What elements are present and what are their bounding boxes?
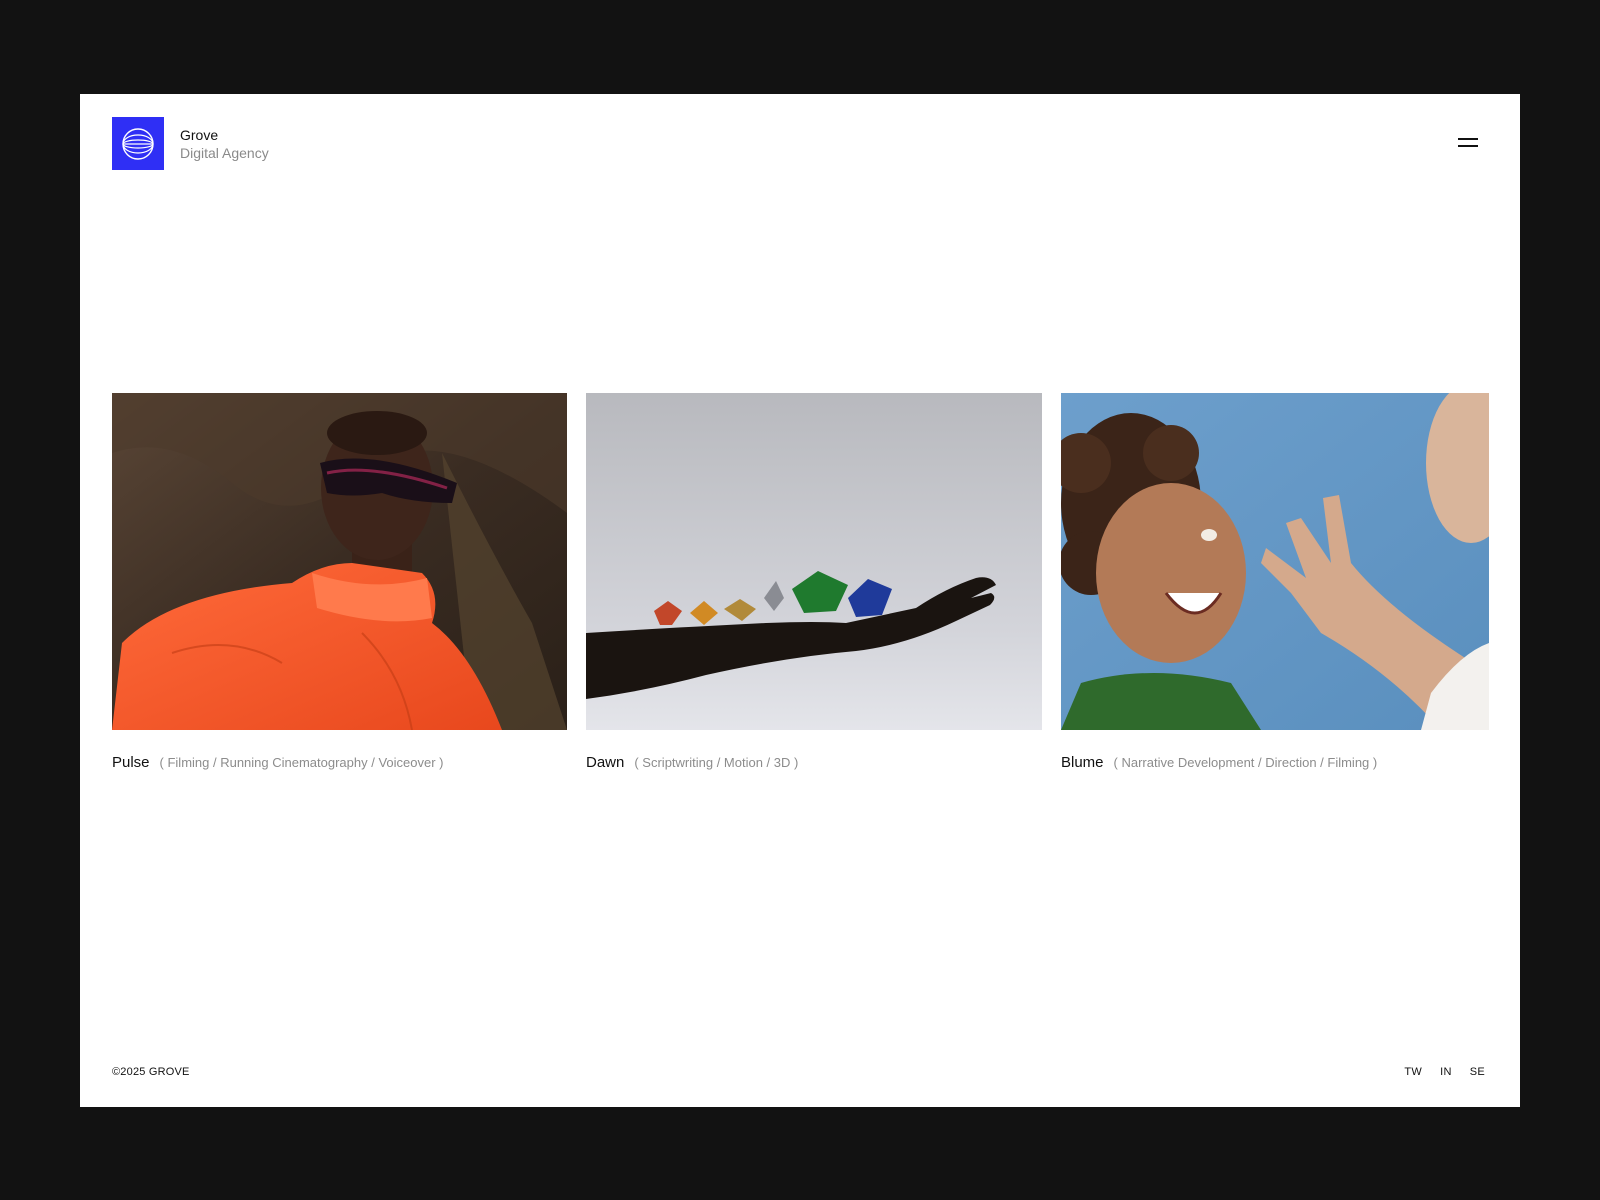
project-tags: ( Scriptwriting / Motion / 3D ) [634,755,799,770]
project-card-pulse[interactable]: Pulse ( Filming / Running Cinematography… [112,393,567,771]
social-link-in[interactable]: IN [1440,1066,1452,1078]
project-card-dawn[interactable]: Dawn ( Scriptwriting / Motion / 3D ) [586,393,1042,771]
project-caption: Dawn ( Scriptwriting / Motion / 3D ) [586,754,1042,771]
project-tags: ( Filming / Running Cinematography / Voi… [159,755,444,770]
social-link-se[interactable]: SE [1470,1066,1485,1078]
globe-icon [122,127,154,160]
project-caption: Pulse ( Filming / Running Cinematography… [112,754,567,771]
brand[interactable]: Grove Digital Agency [112,117,269,170]
project-image-dawn[interactable] [586,393,1042,730]
brand-tagline: Digital Agency [180,144,269,161]
project-card-blume[interactable]: Blume ( Narrative Development / Directio… [1061,393,1489,771]
project-image-blume[interactable] [1061,393,1489,730]
footer-social-links: TW IN SE [1404,1066,1485,1078]
project-title[interactable]: Pulse [112,754,150,771]
project-caption: Blume ( Narrative Development / Directio… [1061,754,1489,771]
brand-text: Grove Digital Agency [180,126,269,162]
footer-copyright: ©2025 GROVE [112,1066,190,1078]
project-title[interactable]: Blume [1061,754,1104,771]
social-link-tw[interactable]: TW [1404,1066,1422,1078]
project-tags: ( Narrative Development / Direction / Fi… [1113,755,1378,770]
hamburger-menu-icon[interactable] [1458,136,1480,150]
project-title[interactable]: Dawn [586,754,624,771]
project-image-pulse[interactable] [112,393,567,730]
brand-name: Grove [180,126,219,143]
page-frame: Grove Digital Agency Pulse (Filming / R… [80,94,1520,1107]
brand-logo[interactable] [112,117,164,170]
